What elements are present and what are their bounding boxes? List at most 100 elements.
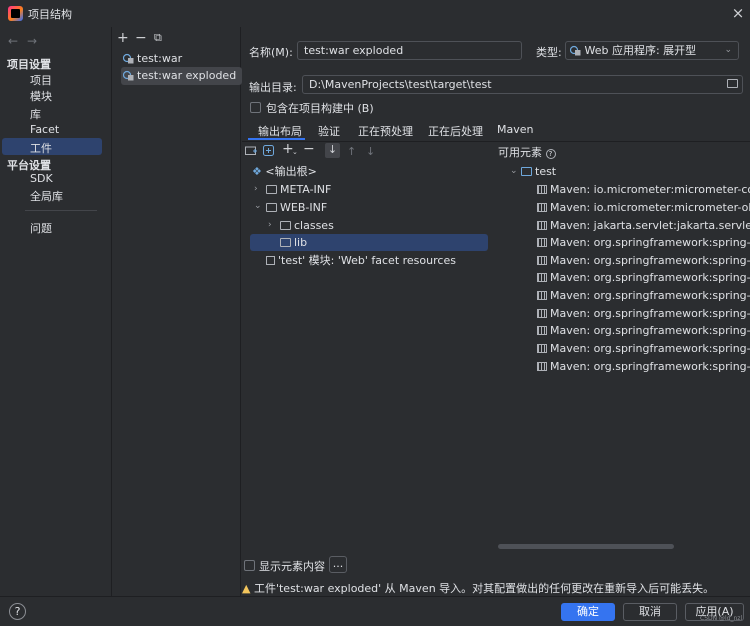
type-label: 类型: — [536, 46, 562, 59]
sidebar-item-libraries[interactable]: 库 — [30, 106, 41, 122]
sidebar-item-global-libraries[interactable]: 全局库 — [30, 188, 63, 204]
add-artifact-button[interactable]: + — [117, 30, 129, 46]
tab-postprocessing[interactable]: 正在后处理 — [428, 123, 483, 139]
help-button[interactable]: ? — [9, 603, 26, 620]
folder-icon — [280, 221, 291, 230]
available-item-label: Maven: jakarta.servlet:jakarta.servlet-a… — [550, 219, 750, 232]
available-item[interactable]: Maven: org.springframework:spring-web — [537, 340, 750, 357]
available-item[interactable]: Maven: org.springframework:spring-core — [537, 287, 750, 304]
library-icon — [537, 326, 547, 335]
library-icon — [537, 221, 547, 230]
available-item[interactable]: Maven: org.springframework:spring-expres… — [537, 305, 750, 322]
artifact-item-test-war-exploded[interactable]: test:war exploded — [121, 67, 243, 85]
module-icon — [266, 256, 275, 265]
available-elements-label: 可用元素 ? — [498, 144, 556, 160]
warning-text: 工件'test:war exploded' 从 Maven 导入。对其配置做出的… — [253, 582, 715, 595]
create-directory-icon[interactable] — [245, 145, 257, 156]
sidebar-item-sdk[interactable]: SDK — [30, 172, 53, 185]
tab-output-layout[interactable]: 输出布局 — [258, 123, 302, 139]
sidebar-item-facet[interactable]: Facet — [30, 123, 59, 136]
available-item[interactable]: Maven: jakarta.servlet:jakarta.servlet-a… — [537, 217, 750, 234]
back-arrow-icon[interactable]: ← — [8, 34, 18, 48]
artifact-label: test:war exploded — [137, 69, 237, 82]
tree-folder-meta-inf[interactable]: META-INF — [266, 181, 331, 198]
tree-output-root[interactable]: ❖ <输出根> — [252, 163, 317, 180]
help-circle-icon[interactable]: ? — [545, 149, 556, 159]
tree-label: classes — [294, 219, 334, 232]
web-artifact-icon — [570, 45, 581, 56]
available-elements-text: 可用元素 — [498, 146, 542, 159]
horizontal-scrollbar[interactable] — [498, 544, 674, 549]
cancel-button[interactable]: 取消 — [623, 603, 677, 621]
browse-folder-icon[interactable] — [727, 79, 738, 88]
tree-label: lib — [294, 236, 308, 249]
module-folder-icon — [521, 167, 532, 176]
sidebar-selection-highlight — [2, 138, 102, 155]
forward-arrow-icon[interactable]: → — [27, 34, 37, 48]
sidebar-item-artifacts[interactable]: 工件 — [30, 140, 52, 156]
tree-folder-classes[interactable]: classes — [280, 217, 334, 234]
available-item[interactable]: Maven: io.micrometer:micrometer-observat… — [537, 199, 750, 216]
active-tab-indicator — [248, 138, 305, 140]
output-dir-field[interactable]: D:\MavenProjects\test\target\test — [302, 75, 743, 94]
more-options-button[interactable]: ... — [329, 556, 347, 573]
sidebar-item-modules[interactable]: 模块 — [30, 88, 52, 104]
tab-maven[interactable]: Maven — [497, 123, 533, 136]
tab-validation[interactable]: 验证 — [318, 123, 340, 139]
tree-web-facet-resources[interactable]: 'test' 模块: 'Web' facet resources — [266, 252, 456, 269]
window-title: 项目结构 — [28, 8, 72, 21]
available-item[interactable]: Maven: org.springframework:spring-contex… — [537, 269, 750, 286]
tree-label: WEB-INF — [280, 201, 328, 214]
folder-icon — [280, 238, 291, 247]
include-in-build-checkbox[interactable] — [250, 102, 261, 113]
remove-element-icon[interactable]: − — [303, 141, 315, 157]
artifact-list-panel: + − ⧉ test:war test:war exploded — [113, 27, 243, 596]
chevron-right-icon[interactable]: › — [254, 184, 258, 194]
sidebar-divider — [25, 210, 97, 211]
library-icon — [537, 238, 547, 247]
tree-label: 'test' 模块: 'Web' facet resources — [278, 254, 456, 267]
chevron-down-icon[interactable]: ⌄ — [292, 148, 298, 156]
available-item[interactable]: Maven: org.springframework:spring-jcl:6 — [537, 322, 750, 339]
add-copy-of-icon[interactable] — [263, 145, 274, 156]
sidebar-header-platform-settings: 平台设置 — [7, 159, 51, 172]
sidebar-header-project-settings: 项目设置 — [7, 58, 51, 71]
web-artifact-icon — [123, 70, 134, 81]
tree-folder-lib[interactable]: lib — [280, 234, 307, 251]
artifact-settings-panel: 名称(M): test:war exploded 类型: Web 应用程序: 展… — [242, 27, 750, 596]
close-icon[interactable]: × — [728, 3, 748, 23]
available-item[interactable]: Maven: org.springframework:spring-aop — [537, 234, 750, 251]
show-content-checkbox[interactable] — [244, 560, 255, 571]
chevron-right-icon[interactable]: › — [268, 220, 272, 230]
available-item[interactable]: Maven: org.springframework:spring-beans — [537, 252, 750, 269]
maven-import-warning: ▲ 工件'test:war exploded' 从 Maven 导入。对其配置做… — [242, 580, 714, 596]
tree-label: test — [535, 165, 557, 178]
tree-folder-web-inf[interactable]: WEB-INF — [266, 199, 327, 216]
folder-icon — [266, 203, 277, 212]
type-value: Web 应用程序: 展开型 — [584, 44, 697, 57]
remove-artifact-button[interactable]: − — [135, 30, 147, 46]
intellij-logo-icon — [8, 6, 23, 21]
available-root-test[interactable]: test — [521, 163, 556, 180]
library-icon — [537, 185, 547, 194]
sort-icon[interactable]: ↓ — [325, 143, 340, 158]
sidebar-item-project[interactable]: 项目 — [30, 72, 52, 88]
type-select[interactable]: Web 应用程序: 展开型 ⌄ — [565, 41, 739, 60]
folder-icon — [266, 185, 277, 194]
available-item-label: Maven: org.springframework:spring-expres… — [550, 307, 750, 320]
available-item[interactable]: Maven: org.springframework:spring-webmvc — [537, 358, 750, 375]
sidebar-item-problems[interactable]: 问题 — [30, 220, 52, 236]
tree-label: <输出根> — [265, 165, 317, 178]
name-field[interactable]: test:war exploded — [297, 41, 522, 60]
chevron-down-icon[interactable]: ⌄ — [254, 201, 262, 211]
title-bar: 项目结构 × — [0, 0, 750, 27]
library-icon — [537, 273, 547, 282]
copy-artifact-button[interactable]: ⧉ — [154, 31, 162, 45]
tab-preprocessing[interactable]: 正在预处理 — [358, 123, 413, 139]
artifact-item-test-war[interactable]: test:war — [121, 50, 182, 68]
move-up-icon[interactable]: ↑ — [347, 145, 356, 158]
ok-button[interactable]: 确定 — [561, 603, 615, 621]
available-item[interactable]: Maven: io.micrometer:micrometer-commons — [537, 181, 750, 198]
move-down-icon[interactable]: ↓ — [366, 145, 375, 158]
chevron-down-icon[interactable]: ⌄ — [510, 166, 518, 176]
